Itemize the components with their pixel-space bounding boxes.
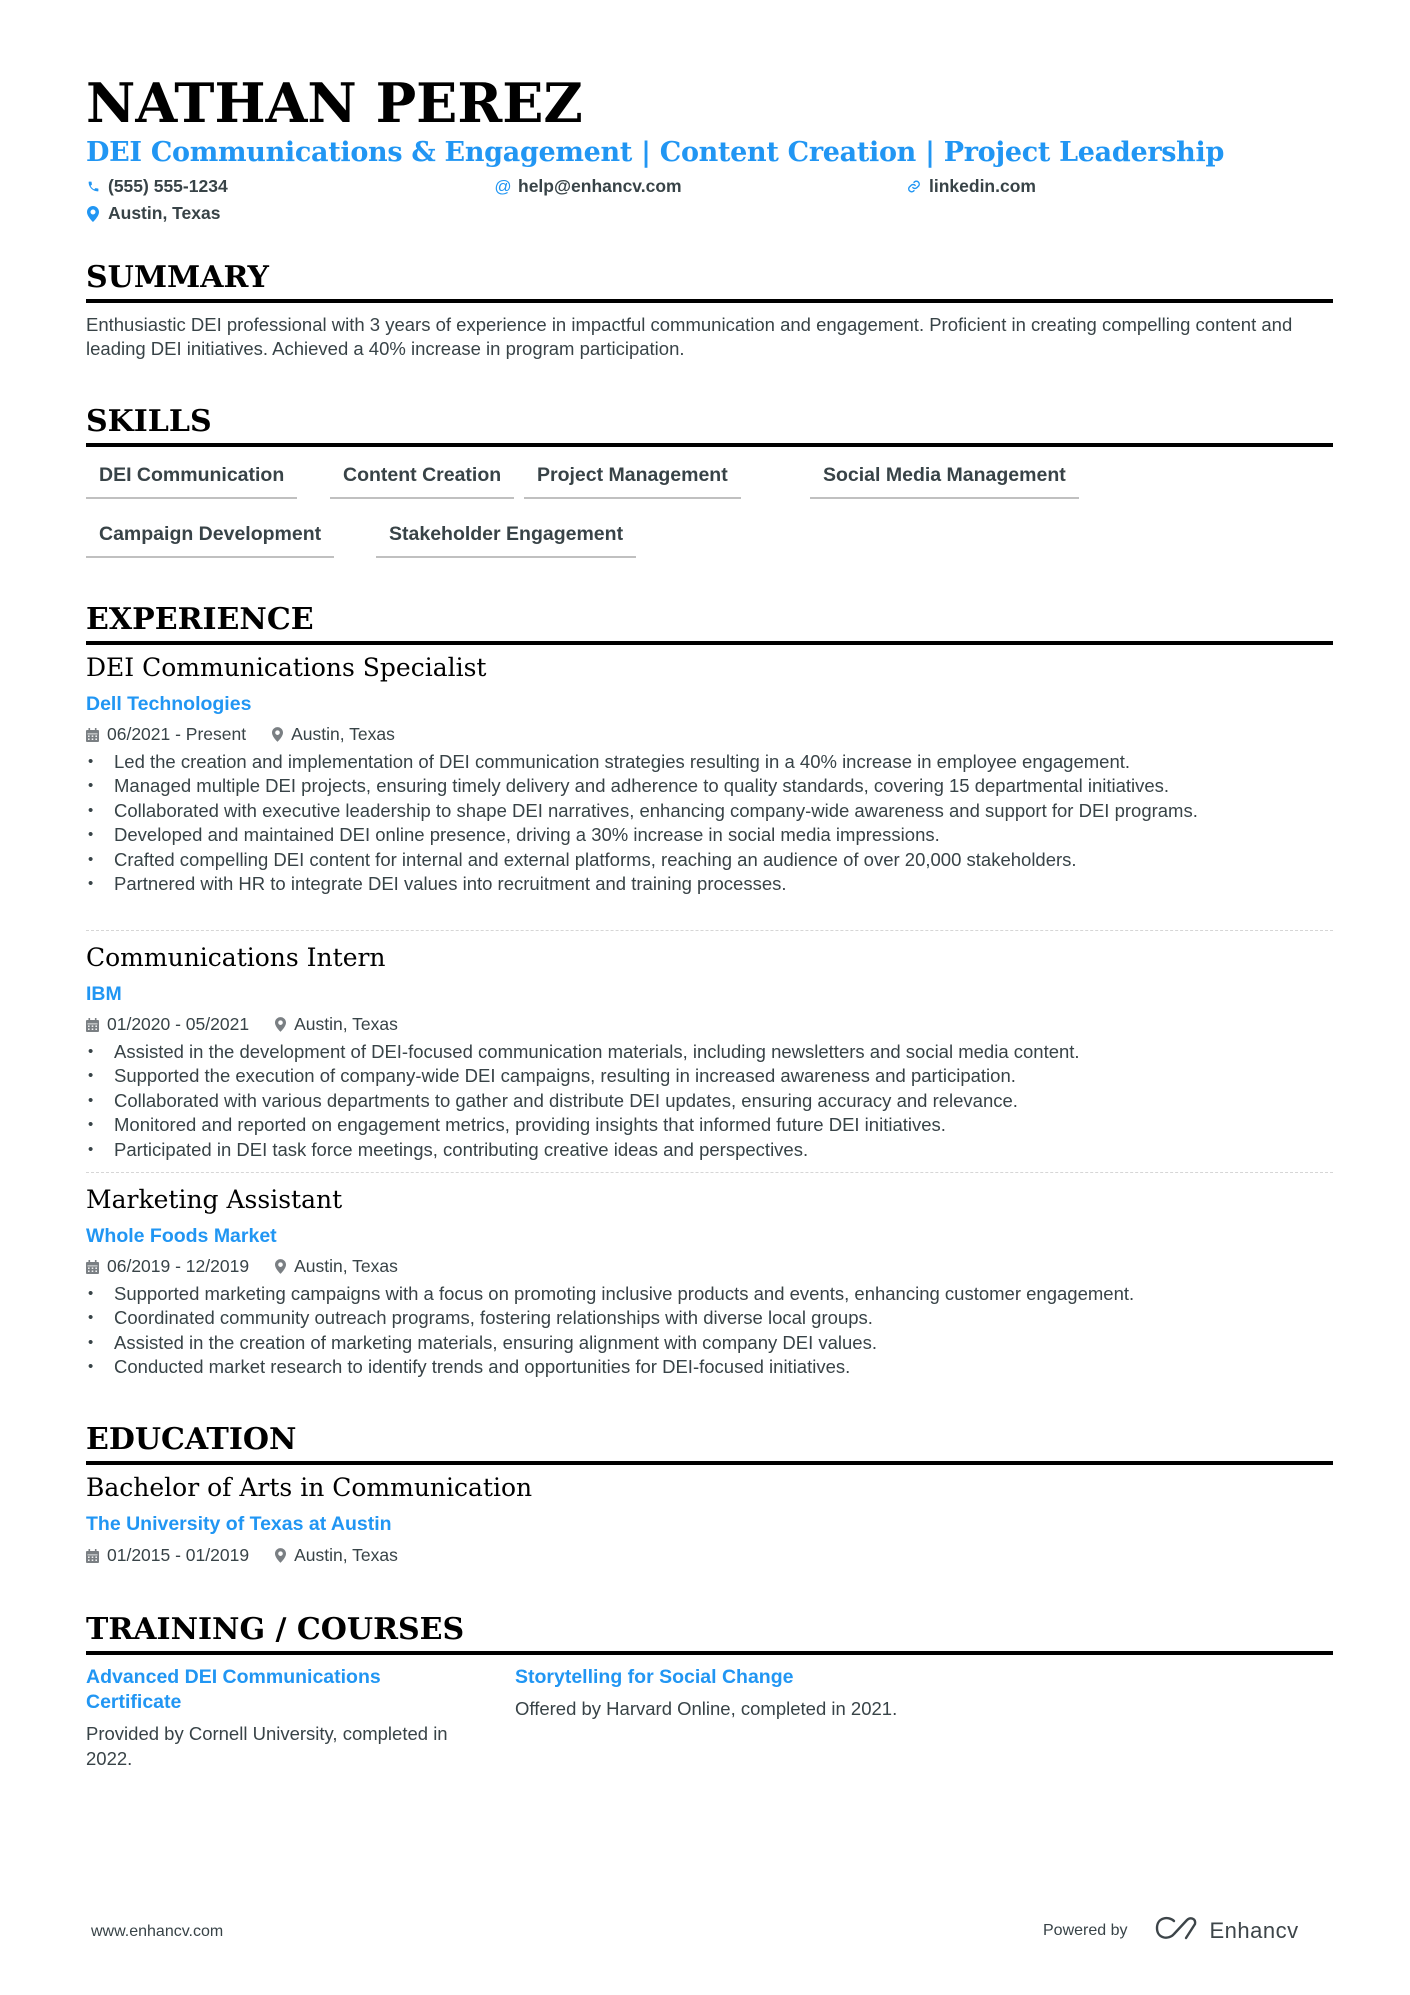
bullet-item: Managed multiple DEI projects, ensuring … <box>86 774 1333 799</box>
skill-tag: DEI Communication <box>86 464 298 499</box>
powered-by-label: Powered by <box>1043 1922 1128 1939</box>
candidate-name: NATHAN PEREZ <box>86 71 583 135</box>
company-name: IBM <box>86 983 122 1005</box>
link-icon <box>907 179 921 194</box>
calendar-icon <box>86 727 99 742</box>
course-description: Provided by Cornell University, complete… <box>86 1723 448 1769</box>
skill-tag: Content Creation <box>330 464 515 499</box>
enhancv-logo-icon <box>1154 1915 1200 1947</box>
phone-number: (555) 555-1234 <box>108 176 228 196</box>
contact-location: Austin, Texas <box>86 203 221 224</box>
linkedin-url[interactable]: linkedin.com <box>929 176 1036 197</box>
calendar-icon <box>86 1548 99 1563</box>
job-title: DEI Communications Specialist <box>86 653 487 682</box>
job-location: Austin, Texas <box>294 1256 398 1276</box>
brand-logo[interactable]: Enhancv <box>1154 1915 1299 1947</box>
skill-tag: Campaign Development <box>86 523 335 558</box>
company-name: Dell Technologies <box>86 693 252 715</box>
entry-divider <box>86 930 1333 931</box>
skill-tag: Project Management <box>524 464 741 499</box>
contact-linkedin[interactable]: linkedin.com <box>907 176 1036 197</box>
skill-tag: Social Media Management <box>810 464 1079 499</box>
calendar-icon <box>86 1017 99 1032</box>
brand-name: Enhancv <box>1209 1918 1299 1943</box>
education-heading: EDUCATION <box>86 1425 1333 1465</box>
degree-title: Bachelor of Arts in Communication <box>86 1473 533 1502</box>
job-bullets: Assisted in the development of DEI-focus… <box>86 1040 1333 1162</box>
email-address[interactable]: help@enhancv.com <box>518 176 682 197</box>
education-dates: 01/2015 - 01/2019 <box>107 1545 250 1565</box>
bullet-item: Developed and maintained DEI online pres… <box>86 823 1333 848</box>
job-meta: 06/2019 - 12/2019 Austin, Texas <box>86 1256 398 1277</box>
job-title: Marketing Assistant <box>86 1185 343 1214</box>
footer-branding: Powered by Enhancv <box>1043 1915 1299 1947</box>
experience-heading: EXPERIENCE <box>86 605 1333 645</box>
education-location: Austin, Texas <box>294 1545 398 1565</box>
bullet-item: Monitored and reported on engagement met… <box>86 1113 1333 1138</box>
education-meta: 01/2015 - 01/2019 Austin, Texas <box>86 1545 398 1566</box>
bullet-item: Assisted in the development of DEI-focus… <box>86 1040 1333 1065</box>
footer-website[interactable]: www.enhancv.com <box>91 1923 223 1941</box>
bullet-item: Supported the execution of company-wide … <box>86 1064 1333 1089</box>
phone-icon <box>86 179 100 194</box>
company-name: Whole Foods Market <box>86 1225 277 1247</box>
map-pin-icon <box>275 1259 287 1274</box>
bullet-item: Collaborated with executive leadership t… <box>86 799 1333 824</box>
bullet-item: Crafted compelling DEI content for inter… <box>86 848 1333 873</box>
skills-heading: SKILLS <box>86 407 1333 447</box>
contact-phone: (555) 555-1234 <box>86 176 228 197</box>
map-pin-icon <box>275 1017 287 1032</box>
job-dates: 01/2020 - 05/2021 <box>107 1014 250 1034</box>
job-bullets: Supported marketing campaigns with a foc… <box>86 1282 1333 1380</box>
job-location: Austin, Texas <box>294 1014 398 1034</box>
summary-text: Enthusiastic DEI professional with 3 yea… <box>86 314 1293 359</box>
bullet-item: Led the creation and implementation of D… <box>86 750 1333 775</box>
map-pin-icon <box>86 205 100 222</box>
job-title: Communications Intern <box>86 943 386 972</box>
calendar-icon <box>86 1259 99 1274</box>
summary-heading: SUMMARY <box>86 263 1333 303</box>
job-meta: 01/2020 - 05/2021 Austin, Texas <box>86 1014 398 1035</box>
training-heading: TRAINING / COURSES <box>86 1615 1333 1655</box>
bullet-item: Conducted market research to identify tr… <box>86 1355 1333 1380</box>
job-location: Austin, Texas <box>291 724 395 744</box>
course-title: Storytelling for Social Change <box>515 1666 794 1688</box>
entry-divider <box>86 1172 1333 1173</box>
at-icon: @ <box>494 176 512 196</box>
bullet-item: Supported marketing campaigns with a foc… <box>86 1282 1333 1307</box>
job-bullets: Led the creation and implementation of D… <box>86 750 1333 897</box>
contact-email[interactable]: @ help@enhancv.com <box>494 176 682 197</box>
job-dates: 06/2019 - 12/2019 <box>107 1256 250 1276</box>
course-title: Advanced DEI Communications Certificate <box>86 1666 381 1713</box>
school-name: The University of Texas at Austin <box>86 1513 392 1535</box>
course-description: Offered by Harvard Online, completed in … <box>515 1698 898 1719</box>
bullet-item: Collaborated with various departments to… <box>86 1089 1333 1114</box>
bullet-item: Partnered with HR to integrate DEI value… <box>86 872 1333 897</box>
bullet-item: Coordinated community outreach programs,… <box>86 1306 1333 1331</box>
job-dates: 06/2021 - Present <box>107 724 247 744</box>
job-meta: 06/2021 - Present Austin, Texas <box>86 724 395 745</box>
map-pin-icon <box>275 1548 287 1563</box>
map-pin-icon <box>272 727 284 742</box>
bullet-item: Participated in DEI task force meetings,… <box>86 1138 1333 1163</box>
bullet-item: Assisted in the creation of marketing ma… <box>86 1331 1333 1356</box>
location-text: Austin, Texas <box>108 203 221 223</box>
headline: DEI Communications & Engagement | Conten… <box>86 137 1225 168</box>
skill-tag: Stakeholder Engagement <box>376 523 637 558</box>
